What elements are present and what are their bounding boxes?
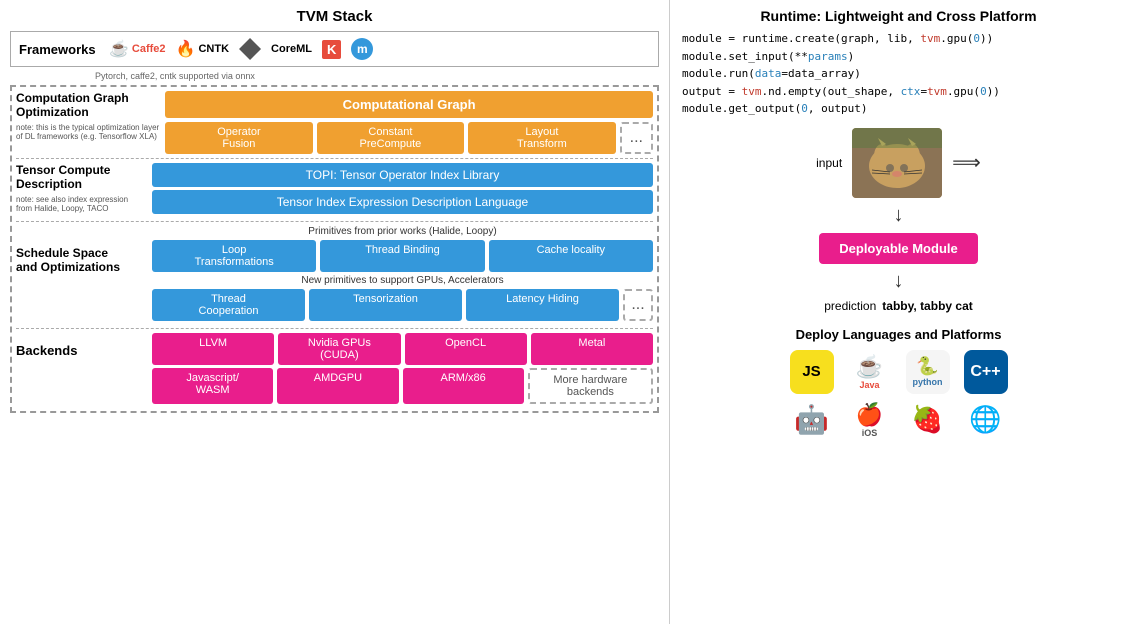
cntk-item: 🔥 CNTK — [176, 39, 229, 59]
schedule-section: Schedule Spaceand Optimizations Primitiv… — [16, 226, 653, 329]
ss-label: Schedule Spaceand Optimizations — [16, 226, 146, 324]
topi-bar: TOPI: Tensor Operator Index Library — [152, 163, 653, 187]
ss-more: ... — [623, 289, 653, 321]
thread-cooperation: ThreadCooperation — [152, 289, 305, 321]
prior-items-row: LoopTransformations Thread Binding Cache… — [152, 240, 653, 272]
java-logo: ☕ Java — [848, 350, 892, 394]
input-label: input — [816, 156, 842, 170]
llvm-backend: LLVM — [152, 333, 274, 365]
new-note: New primitives to support GPUs, Accelera… — [152, 275, 653, 286]
backends-row2: Javascript/WASM AMDGPU ARM/x86 More hard… — [152, 368, 653, 404]
opencl-backend: OpenCL — [405, 333, 527, 365]
coreml-logo: CoreML — [271, 43, 312, 55]
code-line-4: output = tvm.nd.empty(out_shape, ctx=tvm… — [682, 83, 1115, 101]
comp-graph-bar: Computational Graph — [165, 91, 653, 118]
runtime-title: Runtime: Lightweight and Cross Platform — [682, 8, 1115, 24]
wasm-backend: Javascript/WASM — [152, 368, 273, 404]
tensorization: Tensorization — [309, 289, 462, 321]
cat-image — [852, 128, 942, 198]
prediction-row: prediction tabby, tabby cat — [824, 299, 973, 313]
cgo-note: note: this is the typical optimization l… — [16, 123, 159, 141]
python-logo: 🐍 python — [906, 350, 950, 394]
cgo-more: ... — [620, 122, 653, 154]
prediction-label: prediction — [824, 299, 876, 313]
prior-note: Primitives from prior works (Halide, Loo… — [152, 226, 653, 237]
loop-transformations: LoopTransformations — [152, 240, 316, 272]
latency-hiding: Latency Hiding — [466, 289, 619, 321]
constant-precompute: ConstantPreCompute — [317, 122, 464, 154]
cgo-label: Computation GraphOptimization note: this… — [16, 91, 159, 154]
deploy-row-2: 🤖 🍎 iOS 🍓 🌐 — [682, 398, 1115, 442]
thread-binding: Thread Binding — [320, 240, 484, 272]
arrow-right-icon: ⟹ — [952, 150, 981, 175]
cgo-content: Computational Graph OperatorFusion Const… — [165, 91, 653, 154]
arm-backend: ARM/x86 — [403, 368, 524, 404]
prediction-value: tabby, tabby cat — [882, 299, 972, 313]
caffe2-logo: Caffe2 — [132, 43, 166, 55]
backends-label: Backends — [16, 333, 146, 407]
cpp-logo: C++ — [964, 350, 1008, 394]
js-logo: JS — [790, 350, 834, 394]
code-line-2: module.set_input(**params) — [682, 48, 1115, 66]
tiedl-bar: Tensor Index Expression Description Lang… — [152, 190, 653, 214]
cache-locality: Cache locality — [489, 240, 653, 272]
keras-item: K — [322, 40, 341, 59]
left-panel: TVM Stack Frameworks ☕ Caffe2 🔥 CNTK — [0, 0, 670, 624]
browser-logo: 🌐 — [964, 398, 1008, 442]
android-logo: 🤖 — [790, 398, 834, 442]
arrow-down-icon-2: ↓ — [894, 270, 904, 293]
amdgpu-backend: AMDGPU — [277, 368, 398, 404]
deploy-title: Deploy Languages and Platforms — [682, 327, 1115, 342]
polygon-item — [239, 38, 261, 60]
backends-content: LLVM Nvidia GPUs(CUDA) OpenCL Metal Java… — [152, 333, 653, 407]
code-line-5: module.get_output(0, output) — [682, 100, 1115, 118]
coreml-item: CoreML — [271, 43, 312, 55]
frameworks-logos: ☕ Caffe2 🔥 CNTK CoreML — [109, 38, 373, 60]
tcd-title: Tensor ComputeDescription — [16, 163, 146, 191]
tcd-label: Tensor ComputeDescription note: see also… — [16, 163, 146, 217]
frameworks-note: Pytorch, caffe2, cntk supported via onnx — [95, 71, 659, 81]
backends-row1: LLVM Nvidia GPUs(CUDA) OpenCL Metal — [152, 333, 653, 365]
mxnet-logo: m — [351, 38, 373, 60]
code-line-1: module = runtime.create(graph, lib, tvm.… — [682, 30, 1115, 48]
cntk-logo: CNTK — [198, 43, 229, 55]
caffe2-item: ☕ Caffe2 — [109, 39, 166, 59]
ss-content: Primitives from prior works (Halide, Loo… — [152, 226, 653, 324]
cgo-section: Computation GraphOptimization note: this… — [16, 91, 653, 159]
frameworks-row: Frameworks ☕ Caffe2 🔥 CNTK — [10, 31, 659, 67]
layout-transform: LayoutTransform — [468, 122, 615, 154]
mxnet-item: m — [351, 38, 373, 60]
raspberry-logo: 🍓 — [906, 398, 950, 442]
code-line-3: module.run(data=data_array) — [682, 65, 1115, 83]
deployable-module: Deployable Module — [819, 233, 977, 264]
operator-fusion: OperatorFusion — [165, 122, 312, 154]
inference-demo: input — [682, 128, 1115, 313]
more-backends: More hardware backends — [528, 368, 653, 404]
frameworks-label: Frameworks — [19, 42, 99, 57]
tcd-section: Tensor ComputeDescription note: see also… — [16, 163, 653, 222]
new-items-row: ThreadCooperation Tensorization Latency … — [152, 289, 653, 321]
nvidia-backend: Nvidia GPUs(CUDA) — [278, 333, 400, 365]
cgo-title: Computation GraphOptimization — [16, 91, 159, 119]
arrow-down-icon: ↓ — [894, 204, 904, 227]
code-block: module = runtime.create(graph, lib, tvm.… — [682, 30, 1115, 118]
backends-section: Backends LLVM Nvidia GPUs(CUDA) OpenCL M… — [16, 333, 653, 407]
deploy-row-1: JS ☕ Java 🐍 python C++ — [682, 350, 1115, 394]
cgo-sub-row: OperatorFusion ConstantPreCompute Layout… — [165, 122, 653, 154]
tcd-content: TOPI: Tensor Operator Index Library Tens… — [152, 163, 653, 217]
demo-input-row: input — [816, 128, 981, 198]
metal-backend: Metal — [531, 333, 653, 365]
keras-logo: K — [322, 40, 341, 59]
tcd-note: note: see also index expressionfrom Hali… — [16, 195, 146, 213]
apple-logo: 🍎 iOS — [848, 398, 892, 442]
tvm-title: TVM Stack — [10, 8, 659, 25]
sections: Computation GraphOptimization note: this… — [10, 85, 659, 413]
right-panel: Runtime: Lightweight and Cross Platform … — [670, 0, 1127, 624]
